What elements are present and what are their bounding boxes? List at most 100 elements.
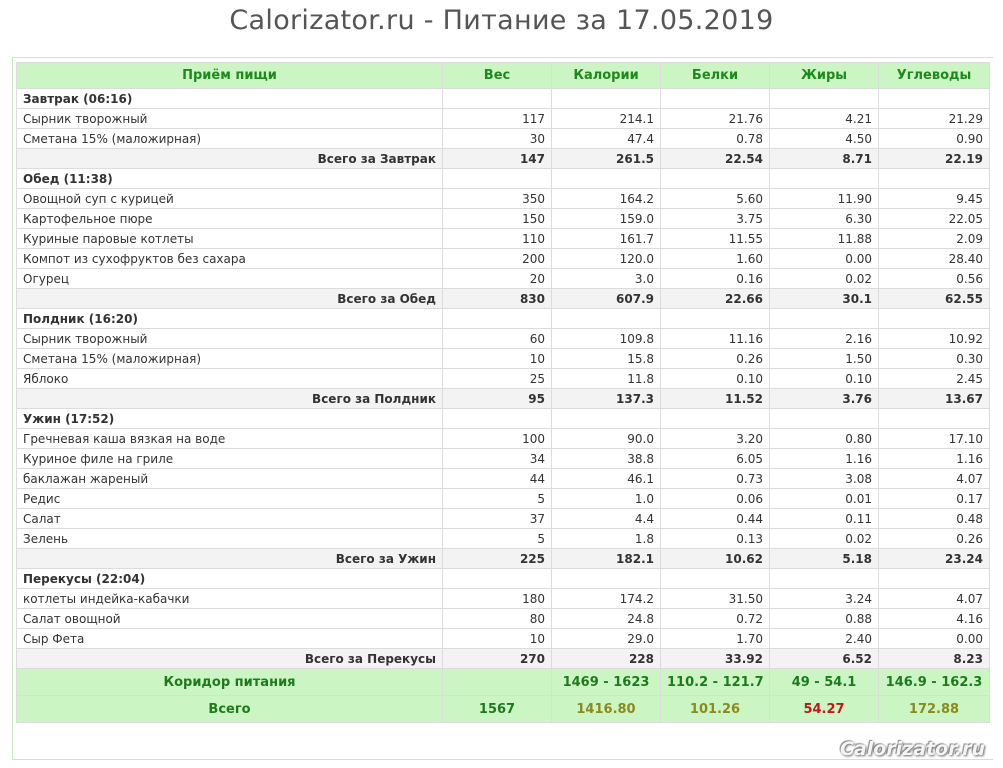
table-row: Сметана 15% (маложирная) 30 47.4 0.78 4.50 0.… bbox=[16, 128, 990, 149]
food-protein: 0.16 bbox=[660, 268, 770, 289]
food-calories: 38.8 bbox=[551, 448, 661, 469]
food-calories: 174.2 bbox=[551, 588, 661, 609]
food-calories: 24.8 bbox=[551, 608, 661, 629]
meal-total-protein: 11.52 bbox=[660, 388, 770, 409]
food-name: Салат bbox=[16, 508, 443, 529]
food-protein: 0.13 bbox=[660, 528, 770, 549]
table-row: Сметана 15% (маложирная) 10 15.8 0.26 1.50 0.… bbox=[16, 348, 990, 369]
food-calories: 109.8 bbox=[551, 328, 661, 349]
empty-cell bbox=[442, 88, 552, 109]
meal-name: Перекусы (22:04) bbox=[16, 568, 443, 589]
food-calories: 47.4 bbox=[551, 128, 661, 149]
meal-total-label: Всего за Перекусы bbox=[16, 648, 443, 669]
food-protein: 1.60 bbox=[660, 248, 770, 269]
food-weight: 34 bbox=[442, 448, 552, 469]
food-weight: 37 bbox=[442, 508, 552, 529]
food-carbs: 0.26 bbox=[878, 528, 990, 549]
food-name: баклажан жареный bbox=[16, 468, 443, 489]
food-carbs: 28.40 bbox=[878, 248, 990, 269]
meal-total-calories: 261.5 bbox=[551, 148, 661, 169]
food-weight: 150 bbox=[442, 208, 552, 229]
food-protein: 11.55 bbox=[660, 228, 770, 249]
meal-total-fat: 3.76 bbox=[769, 388, 879, 409]
food-calories: 3.0 bbox=[551, 268, 661, 289]
meal-total-calories: 607.9 bbox=[551, 288, 661, 309]
grand-total-row: Всего 1567 1416.80 101.26 54.27 172.88 bbox=[16, 695, 990, 723]
meal-name: Полдник (16:20) bbox=[16, 308, 443, 329]
food-name: Куриные паровые котлеты bbox=[16, 228, 443, 249]
meal-name: Ужин (17:52) bbox=[16, 408, 443, 429]
meal-total-row: Всего за Перекусы 270 228 33.92 6.52 8.23 bbox=[16, 648, 990, 669]
food-protein: 11.16 bbox=[660, 328, 770, 349]
table-body: Завтрак (06:16) Сырник творожный 117 214.1 2… bbox=[16, 88, 990, 669]
meal-total-label: Всего за Ужин bbox=[16, 548, 443, 569]
food-fat: 6.30 bbox=[769, 208, 879, 229]
food-protein: 0.73 bbox=[660, 468, 770, 489]
food-carbs: 2.45 bbox=[878, 368, 990, 389]
empty-cell bbox=[769, 168, 879, 189]
meal-total-protein: 22.66 bbox=[660, 288, 770, 309]
empty-cell bbox=[551, 168, 661, 189]
food-protein: 0.72 bbox=[660, 608, 770, 629]
empty-cell bbox=[878, 408, 990, 429]
food-fat: 0.10 bbox=[769, 368, 879, 389]
header-carbs: Углеводы bbox=[878, 62, 990, 89]
table-row: Сырник творожный 60 109.8 11.16 2.16 10.92 bbox=[16, 328, 990, 349]
header-weight: Вес bbox=[442, 62, 552, 89]
grand-total-calories: 1416.80 bbox=[551, 695, 661, 723]
meal-total-calories: 182.1 bbox=[551, 548, 661, 569]
empty-cell bbox=[660, 408, 770, 429]
meal-total-label: Всего за Полдник bbox=[16, 388, 443, 409]
meal-total-label: Всего за Завтрак bbox=[16, 148, 443, 169]
table-row: Зелень 5 1.8 0.13 0.02 0.26 bbox=[16, 528, 990, 549]
food-calories: 120.0 bbox=[551, 248, 661, 269]
meal-total-protein: 33.92 bbox=[660, 648, 770, 669]
food-fat: 2.16 bbox=[769, 328, 879, 349]
food-carbs: 9.45 bbox=[878, 188, 990, 209]
meal-total-protein: 22.54 bbox=[660, 148, 770, 169]
meal-total-fat: 30.1 bbox=[769, 288, 879, 309]
food-fat: 0.02 bbox=[769, 268, 879, 289]
food-carbs: 2.09 bbox=[878, 228, 990, 249]
food-fat: 3.24 bbox=[769, 588, 879, 609]
food-name: Салат овощной bbox=[16, 608, 443, 629]
food-fat: 0.80 bbox=[769, 428, 879, 449]
table-header-row: Приём пищи Вес Калории Белки Жиры Углево… bbox=[16, 62, 990, 89]
food-carbs: 17.10 bbox=[878, 428, 990, 449]
food-weight: 44 bbox=[442, 468, 552, 489]
empty-cell bbox=[442, 168, 552, 189]
meal-total-carbs: 62.55 bbox=[878, 288, 990, 309]
empty-cell bbox=[878, 308, 990, 329]
food-fat: 0.02 bbox=[769, 528, 879, 549]
food-carbs: 4.07 bbox=[878, 468, 990, 489]
food-protein: 0.10 bbox=[660, 368, 770, 389]
table-row: Куриные паровые котлеты 110 161.7 11.55 11.8… bbox=[16, 228, 990, 249]
header-fat: Жиры bbox=[769, 62, 879, 89]
food-carbs: 21.29 bbox=[878, 108, 990, 129]
food-name: котлеты индейка-кабачки bbox=[16, 588, 443, 609]
food-calories: 1.0 bbox=[551, 488, 661, 509]
corridor-calories: 1469 - 1623 bbox=[551, 668, 661, 696]
food-weight: 350 bbox=[442, 188, 552, 209]
food-fat: 0.88 bbox=[769, 608, 879, 629]
empty-cell bbox=[551, 88, 661, 109]
meal-total-carbs: 23.24 bbox=[878, 548, 990, 569]
food-name: Сыр Фета bbox=[16, 628, 443, 649]
table-row: Куриное филе на гриле 34 38.8 6.05 1.16 1.16 bbox=[16, 448, 990, 469]
food-weight: 5 bbox=[442, 488, 552, 509]
food-fat: 2.40 bbox=[769, 628, 879, 649]
corridor-weight bbox=[442, 668, 552, 696]
food-weight: 180 bbox=[442, 588, 552, 609]
food-calories: 15.8 bbox=[551, 348, 661, 369]
food-protein: 3.20 bbox=[660, 428, 770, 449]
table-row: Салат 37 4.4 0.44 0.11 0.48 bbox=[16, 508, 990, 529]
food-carbs: 0.30 bbox=[878, 348, 990, 369]
meal-name: Завтрак (06:16) bbox=[16, 88, 443, 109]
meal-header-row: Перекусы (22:04) bbox=[16, 568, 990, 589]
food-fat: 4.21 bbox=[769, 108, 879, 129]
food-carbs: 1.16 bbox=[878, 448, 990, 469]
header-calories: Калории bbox=[551, 62, 661, 89]
food-carbs: 0.48 bbox=[878, 508, 990, 529]
header-meal: Приём пищи bbox=[16, 62, 443, 89]
grand-total-fat: 54.27 bbox=[769, 695, 879, 723]
